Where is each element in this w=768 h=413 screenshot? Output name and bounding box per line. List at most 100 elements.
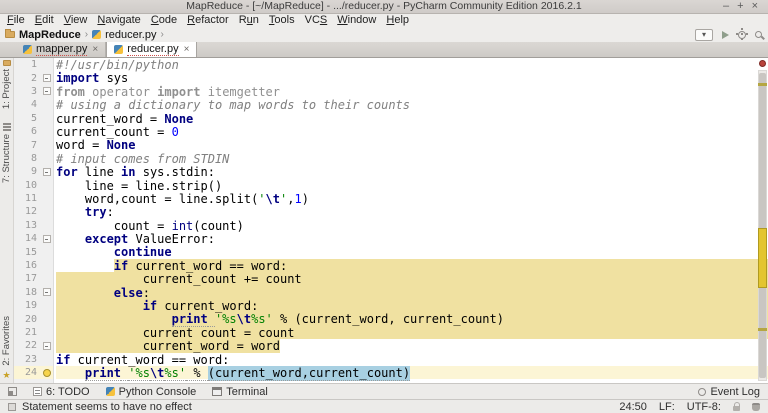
fold-marker-icon[interactable]	[43, 235, 51, 243]
code-line-15[interactable]: continue	[56, 245, 768, 258]
line-number[interactable]: 1	[14, 59, 40, 70]
menu-item-run[interactable]: Run	[234, 14, 264, 27]
menu-item-edit[interactable]: Edit	[30, 14, 59, 27]
encoding[interactable]: UTF-8:	[687, 401, 721, 413]
code-line-21[interactable]: current_count = count	[56, 326, 768, 339]
tool-button-structure[interactable]: 7: Structure	[1, 123, 12, 183]
code-line-10[interactable]: line = line.strip()	[56, 179, 768, 192]
line-number[interactable]: 11	[14, 193, 40, 204]
code-line-19[interactable]: if current_word:	[56, 299, 768, 312]
code-line-2[interactable]: import sys	[56, 71, 768, 84]
line-number[interactable]: 13	[14, 220, 40, 231]
menu-item-file[interactable]: File	[2, 14, 30, 27]
tool-button-terminal[interactable]: Terminal	[212, 386, 268, 398]
line-number[interactable]: 21	[14, 327, 40, 338]
code-line-12[interactable]: try:	[56, 205, 768, 218]
maximize-button[interactable]: +	[733, 0, 747, 12]
code-line-16[interactable]: if current_word == word:	[56, 259, 768, 272]
line-number[interactable]: 20	[14, 314, 40, 325]
code-line-20[interactable]: print '%s\t%s' % (current_word, current_…	[56, 312, 768, 325]
code-line-23[interactable]: if current_word == word:	[56, 353, 768, 366]
line-number[interactable]: 5	[14, 113, 40, 124]
search-icon[interactable]	[755, 31, 762, 38]
line-number[interactable]: 24	[14, 367, 40, 378]
code-line-7[interactable]: word = None	[56, 138, 768, 151]
line-number[interactable]: 12	[14, 206, 40, 217]
settings-gear-icon[interactable]	[738, 31, 746, 39]
tool-button-todo[interactable]: 6: TODO	[33, 386, 90, 398]
tab-mapper-py[interactable]: mapper.py×	[16, 42, 106, 57]
code-line-13[interactable]: count = int(count)	[56, 219, 768, 232]
menu-item-tools[interactable]: Tools	[264, 14, 300, 27]
line-number[interactable]: 2	[14, 73, 40, 84]
menu-item-vcs[interactable]: VCS	[300, 14, 333, 27]
close-button[interactable]: ×	[748, 0, 762, 12]
tab-close-icon[interactable]: ×	[91, 44, 98, 55]
breadcrumb-item-reducer-py[interactable]: reducer.py	[105, 29, 156, 41]
lightbulb-icon[interactable]	[43, 369, 51, 377]
line-number[interactable]: 15	[14, 247, 40, 258]
hector-inspector-icon[interactable]	[752, 403, 760, 411]
line-number[interactable]: 6	[14, 126, 40, 137]
line-number[interactable]: 23	[14, 354, 40, 365]
inspection-indicator-icon[interactable]	[759, 60, 766, 67]
tab-close-icon[interactable]: ×	[183, 44, 190, 55]
code-line-14[interactable]: except ValueError:	[56, 232, 768, 245]
run-button[interactable]	[722, 31, 729, 39]
line-number[interactable]: 19	[14, 300, 40, 311]
menu-item-view[interactable]: View	[59, 14, 93, 27]
fold-marker-icon[interactable]	[43, 74, 51, 82]
menu-item-help[interactable]: Help	[381, 14, 414, 27]
minimize-button[interactable]: –	[719, 0, 733, 12]
menu-item-navigate[interactable]: Navigate	[92, 14, 145, 27]
breadcrumb-item-mapreduce[interactable]: MapReduce	[19, 29, 81, 41]
editor[interactable]: 123456789101112131415161718192021222324 …	[14, 58, 768, 383]
code-line-1[interactable]: #!/usr/bin/python	[56, 58, 768, 71]
stripe-warning-mark[interactable]	[758, 83, 767, 86]
code-line-6[interactable]: current_count = 0	[56, 125, 768, 138]
code-line-11[interactable]: word,count = line.split('\t',1)	[56, 192, 768, 205]
fold-marker-icon[interactable]	[43, 87, 51, 95]
line-number[interactable]: 18	[14, 287, 40, 298]
code-line-8[interactable]: # input comes from STDIN	[56, 152, 768, 165]
code-line-9[interactable]: for line in sys.stdin:	[56, 165, 768, 178]
caret-position[interactable]: 24:50	[619, 401, 647, 413]
status-panel-icon[interactable]	[8, 403, 16, 411]
code-line-3[interactable]: from operator import itemgetter	[56, 85, 768, 98]
line-number[interactable]: 4	[14, 99, 40, 110]
lock-icon[interactable]	[733, 406, 740, 411]
fold-marker-icon[interactable]	[43, 288, 51, 296]
line-number[interactable]: 7	[14, 140, 40, 151]
menu-item-window[interactable]: Window	[332, 14, 381, 27]
event-log-button[interactable]: Event Log	[698, 386, 760, 398]
tool-button-python-console[interactable]: Python Console	[106, 386, 197, 398]
tool-button-project[interactable]: 1: Project	[1, 60, 12, 109]
tab-reducer-py[interactable]: reducer.py×	[106, 42, 197, 57]
title-bar[interactable]: MapReduce - [~/MapReduce] - .../reducer.…	[0, 0, 768, 14]
line-number[interactable]: 8	[14, 153, 40, 164]
line-number[interactable]: 14	[14, 233, 40, 244]
stripe-warning-mark[interactable]	[758, 328, 767, 331]
code-line-24[interactable]: print '%s\t%s' % (current_word,current_c…	[56, 366, 768, 379]
menu-item-refactor[interactable]: Refactor	[182, 14, 234, 27]
code-area[interactable]: #!/usr/bin/pythonimport sysfrom operator…	[54, 58, 768, 383]
line-number[interactable]: 22	[14, 340, 40, 351]
tool-window-access-icon[interactable]	[8, 387, 17, 396]
scrollbar-thumb[interactable]	[759, 73, 766, 378]
line-separator[interactable]: LF:	[659, 401, 675, 413]
code-line-4[interactable]: # using a dictionary to map words to the…	[56, 98, 768, 111]
scrollbar[interactable]	[758, 70, 767, 381]
code-line-5[interactable]: current_word = None	[56, 112, 768, 125]
menu-item-code[interactable]: Code	[146, 14, 182, 27]
line-number[interactable]: 10	[14, 180, 40, 191]
line-number[interactable]: 17	[14, 273, 40, 284]
line-number[interactable]: 9	[14, 166, 40, 177]
run-config-dropdown[interactable]: ▾	[695, 29, 713, 41]
code-line-18[interactable]: else:	[56, 286, 768, 299]
line-number[interactable]: 3	[14, 86, 40, 97]
code-line-22[interactable]: current_word = word	[56, 339, 768, 352]
tool-button-favorites[interactable]: 2: Favorites	[1, 316, 12, 381]
fold-marker-icon[interactable]	[43, 168, 51, 176]
fold-marker-icon[interactable]	[43, 342, 51, 350]
line-number[interactable]: 16	[14, 260, 40, 271]
